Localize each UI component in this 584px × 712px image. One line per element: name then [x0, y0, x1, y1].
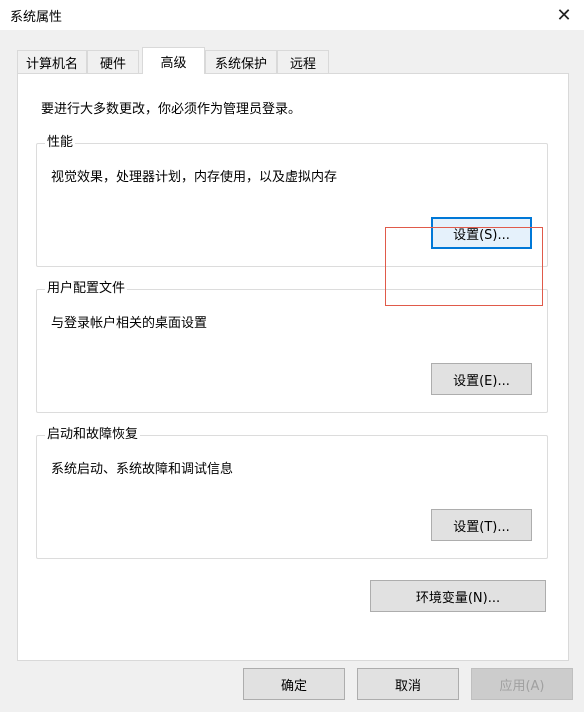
user-profiles-group: 用户配置文件 与登录帐户相关的桌面设置 设置(E)...: [36, 281, 548, 413]
user-profiles-description: 与登录帐户相关的桌面设置: [51, 316, 208, 331]
user-profiles-group-title: 用户配置文件: [45, 281, 128, 297]
advanced-tab-panel: 要进行大多数更改，你必须作为管理员登录。 性能 视觉效果，处理器计划，内存使用，…: [17, 73, 569, 661]
cancel-button[interactable]: 取消: [357, 668, 459, 700]
performance-group-title: 性能: [45, 135, 76, 151]
tab-hardware[interactable]: 硬件: [87, 50, 139, 73]
window-title: 系统属性: [10, 10, 63, 25]
startup-recovery-group-title: 启动和故障恢复: [45, 427, 141, 443]
tab-advanced[interactable]: 高级: [142, 47, 205, 74]
close-button[interactable]: ✕: [544, 0, 584, 30]
admin-note: 要进行大多数更改，你必须作为管理员登录。: [41, 102, 302, 117]
tab-system-protection[interactable]: 系统保护: [205, 50, 277, 73]
tab-computer-name[interactable]: 计算机名: [17, 50, 87, 73]
tab-remote[interactable]: 远程: [277, 50, 329, 73]
apply-button[interactable]: 应用(A): [471, 668, 573, 700]
dialog-client-area: 计算机名 硬件 高级 系统保护 远程 要进行大多数更改，你必须作为管理员登录。 …: [0, 30, 584, 712]
user-profiles-settings-button[interactable]: 设置(E)...: [431, 363, 532, 395]
performance-group: 性能 视觉效果，处理器计划，内存使用，以及虚拟内存 设置(S)...: [36, 135, 548, 267]
title-bar: 系统属性 ✕: [0, 0, 584, 30]
startup-recovery-group: 启动和故障恢复 系统启动、系统故障和调试信息 设置(T)...: [36, 427, 548, 559]
ok-button[interactable]: 确定: [243, 668, 345, 700]
environment-variables-button[interactable]: 环境变量(N)...: [370, 580, 546, 612]
system-properties-window: 系统属性 ✕ 计算机名 硬件 高级 系统保护 远程 要进行大多数更改，你必须作为…: [0, 0, 584, 712]
performance-description: 视觉效果，处理器计划，内存使用，以及虚拟内存: [51, 170, 338, 185]
startup-recovery-description: 系统启动、系统故障和调试信息: [51, 462, 234, 477]
performance-settings-button[interactable]: 设置(S)...: [431, 217, 532, 249]
close-icon: ✕: [556, 4, 572, 26]
startup-recovery-settings-button[interactable]: 设置(T)...: [431, 509, 532, 541]
